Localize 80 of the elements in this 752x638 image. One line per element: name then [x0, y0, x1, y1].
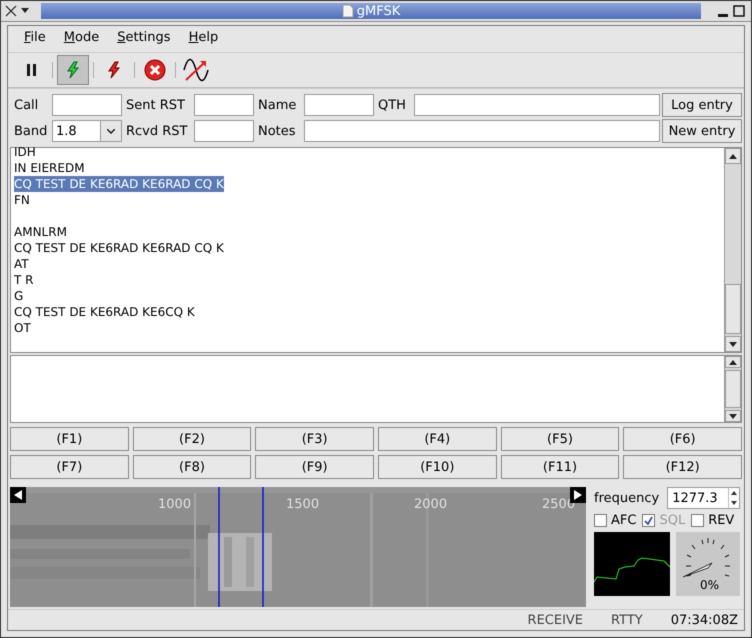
name-field[interactable] [304, 94, 374, 116]
scrollbar-thumb[interactable] [725, 284, 741, 334]
stop-icon [144, 59, 166, 81]
up-arrow-icon[interactable] [729, 360, 737, 364]
function-key-button[interactable]: (F4) [378, 427, 497, 451]
function-key-button[interactable]: (F9) [255, 455, 374, 479]
pause-icon [26, 63, 38, 77]
menu-item[interactable]: Help [182, 30, 224, 48]
notes-field[interactable] [304, 120, 660, 142]
call-field[interactable] [52, 94, 122, 116]
rcvd-rst-label: Rcvd RST [125, 124, 188, 138]
function-key-button[interactable]: (F2) [132, 427, 252, 451]
checkbox[interactable] [594, 514, 607, 527]
received-text-line: IDH [14, 144, 36, 160]
received-text-line: OT [14, 320, 31, 336]
menu-item[interactable]: Mode [58, 30, 106, 48]
frequency-label: frequency [594, 490, 660, 506]
function-key-button[interactable]: (F6) [623, 427, 742, 451]
status-text: RTTY [610, 612, 644, 628]
checkbox-label: AFC [611, 513, 636, 528]
frequency-scale-label: 1000 [158, 497, 192, 512]
caret-icon [107, 128, 115, 134]
frequency-spinner[interactable]: 1277.3 [667, 487, 740, 509]
function-key-button[interactable]: (F7) [10, 455, 129, 479]
qth-label: QTH [377, 98, 407, 112]
left-arrow-icon [13, 490, 23, 500]
received-text-line: FN [14, 192, 30, 208]
scrollbar[interactable] [724, 356, 741, 422]
maximize-icon[interactable] [733, 5, 745, 17]
received-text-line: AT [14, 256, 29, 272]
received-text-line: IN EIEREDM [14, 160, 85, 176]
qth-field[interactable] [414, 94, 660, 116]
new-entry-button[interactable]: New entry [662, 119, 742, 143]
call-label: Call [13, 98, 40, 112]
scrollbar[interactable] [724, 148, 741, 352]
function-key-button[interactable]: (F3) [255, 427, 374, 451]
lightning-icon [107, 61, 121, 79]
function-key-button[interactable]: (F12) [623, 455, 742, 479]
checkbox-label: SQL [659, 513, 686, 528]
sine-wave-icon [183, 58, 209, 82]
log-entry-button[interactable]: Log entry [662, 93, 742, 117]
received-text-line: CQ TEST DE KE6RAD KE6CQ K [14, 304, 195, 320]
up-arrow-icon[interactable] [729, 154, 737, 158]
function-key-button[interactable]: (F1) [10, 427, 129, 451]
up-arrow-icon[interactable] [731, 491, 738, 495]
function-key-button[interactable]: (F10) [378, 455, 497, 479]
window-title: gMFSK [356, 4, 400, 18]
function-key-button[interactable]: (F11) [500, 455, 620, 479]
lightning-icon [66, 61, 80, 79]
checkbox[interactable] [691, 514, 704, 527]
function-key-button[interactable]: (F8) [132, 455, 252, 479]
down-arrow-icon[interactable] [731, 501, 738, 505]
close-icon[interactable] [5, 5, 17, 17]
band-label: Band [13, 124, 48, 138]
status-text: RECEIVE [526, 612, 584, 628]
sent-rst-field[interactable] [194, 94, 254, 116]
notes-label: Notes [257, 124, 297, 138]
received-text-line: T R [14, 272, 34, 288]
rcvd-rst-field[interactable] [194, 120, 254, 142]
meter-reading: 0% [700, 578, 720, 592]
status-text: 07:34:08Z [670, 612, 738, 628]
function-key-button[interactable]: (F5) [500, 427, 620, 451]
right-arrow-icon [573, 490, 583, 500]
name-label: Name [257, 98, 298, 112]
menu-item[interactable]: File [18, 30, 52, 48]
document-icon [342, 4, 354, 18]
down-arrow-icon[interactable] [729, 414, 737, 418]
checkbox-label: REV [708, 513, 734, 528]
frequency-scale-label: 1500 [286, 497, 320, 512]
sent-rst-label: Sent RST [125, 98, 186, 112]
down-arrow-icon[interactable] [729, 342, 737, 346]
band-dropdown[interactable]: 1.8 [52, 120, 122, 142]
scroll-left-button[interactable] [10, 487, 26, 503]
menu-item[interactable]: Settings [111, 30, 177, 48]
scrollbar-thumb[interactable] [725, 370, 741, 408]
received-text-line: AMNLRM [14, 224, 67, 240]
received-text-line: G [14, 288, 24, 304]
caret-icon[interactable] [21, 8, 29, 14]
received-text-line: CQ TEST DE KE6RAD KE6RAD CQ K [14, 240, 224, 256]
frequency-scale-label: 2000 [414, 497, 448, 512]
